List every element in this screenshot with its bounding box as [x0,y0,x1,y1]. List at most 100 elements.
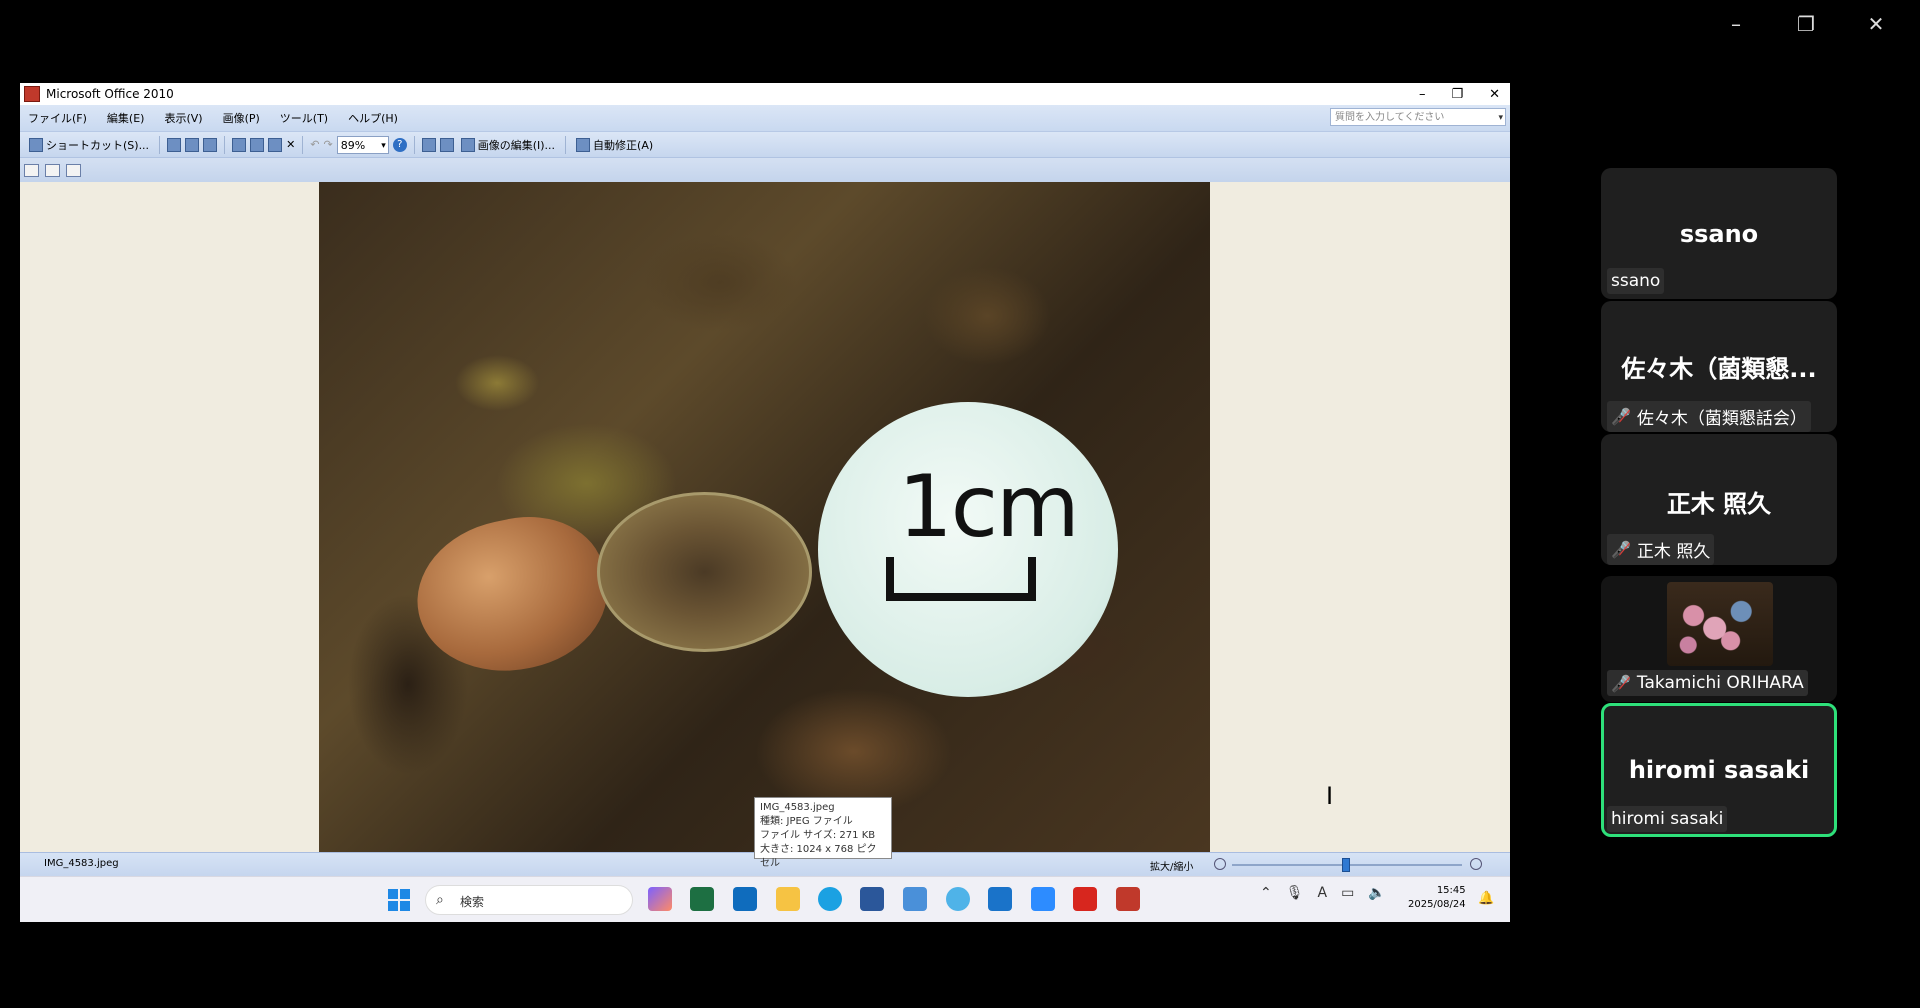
chevron-up-icon[interactable]: ⌃ [1260,885,1272,901]
auto-correct-icon [576,137,591,152]
office-restore-button[interactable]: ❐ [1451,87,1463,102]
participant-display-name: 正木 照久 [1666,490,1772,518]
outlook-icon[interactable] [733,887,757,911]
save-icon[interactable] [167,137,182,152]
close-button[interactable]: ✕ [1856,8,1896,40]
menu-picture[interactable]: 画像(P) [223,110,260,126]
zoom-label: 拡大/縮小 [1150,862,1194,873]
office-minimize-button[interactable]: – [1419,87,1426,102]
thumbnail-view-icon[interactable] [24,163,39,177]
office-titlebar: Microsoft Office 2010 – ❐ ✕ [20,83,1510,105]
participant-display-name: hiromi sasaki [1628,756,1810,784]
meeting-window-controls: – ❐ ✕ [1716,8,1896,40]
single-view-icon[interactable] [66,163,81,177]
shortcut-label: ショートカット(S)... [46,138,150,152]
view-toolbar [20,158,1510,183]
muted-mic-icon: 🎤̸ [1611,673,1631,693]
participant-display-name: ssano [1679,220,1759,248]
file-explorer-icon[interactable] [776,887,800,911]
help-icon[interactable]: ? [392,137,407,152]
menu-help[interactable]: ヘルプ(H) [348,110,398,126]
paste-icon[interactable] [268,137,283,152]
muted-mic-icon: 🎤̸ [1611,540,1631,559]
rotate-left-icon[interactable] [421,137,436,152]
toolbar-separator [159,135,161,154]
minimize-button[interactable]: – [1716,8,1756,40]
participant-tile[interactable]: 🎤̸ Takamichi ORIHARA [1601,576,1837,702]
participant-tile[interactable]: ssano ssano [1601,168,1837,299]
image-canvas: 1cm I [20,182,1510,852]
print-preview-icon[interactable] [203,137,218,152]
participant-tile[interactable]: 正木 照久 🎤̸ 正木 照久 [1601,434,1837,565]
zoom-slider[interactable] [1232,858,1462,872]
zoom-select[interactable]: 89% ▾ [336,135,389,154]
shortcut-button[interactable]: ショートカット(S)... [26,135,152,155]
chevron-down-icon[interactable]: ▾ [1498,109,1503,127]
zoom-app-icon[interactable] [1031,887,1055,911]
tooltip-line: 種類: JPEG ファイル [760,816,853,827]
auto-correct-button[interactable]: 自動修正(A) [573,135,656,155]
office-app-icon [24,86,40,102]
globe-icon[interactable] [946,887,970,911]
word-icon[interactable] [860,887,884,911]
scale-disc: 1cm [818,402,1118,697]
filmstrip-view-icon[interactable] [45,163,60,177]
windows-start-icon[interactable] [388,889,410,911]
microphone-icon[interactable]: 🎙 [1286,885,1304,901]
tooltip-line: IMG_4583.jpeg [760,802,835,813]
notification-bell-icon[interactable]: 🔔 [1478,891,1494,906]
edge-icon[interactable] [818,887,842,911]
zoom-in-icon[interactable] [1470,858,1482,870]
rotate-right-icon[interactable] [439,137,454,152]
menu-edit[interactable]: 編集(E) [107,110,145,126]
muted-mic-icon: 🎤̸ [1611,407,1631,426]
participant-video [1667,582,1773,666]
scale-label: 1cm [898,457,1080,557]
help-placeholder: 質問を入力してください [1335,112,1445,123]
picture-manager-icon[interactable] [1116,887,1140,911]
toolbar-separator [413,135,415,154]
restore-button[interactable]: ❐ [1786,8,1826,40]
undo-icon[interactable]: ↶ [310,138,319,151]
notepad-icon[interactable] [903,887,927,911]
menu-file[interactable]: ファイル(F) [28,110,87,126]
app-icon[interactable] [988,887,1012,911]
delete-icon[interactable]: ✕ [286,138,295,151]
mushroom-photo: 1cm [319,182,1210,852]
help-search-input[interactable]: 質問を入力してください ▾ [1330,108,1506,126]
auto-correct-label: 自動修正(A) [593,138,654,152]
edit-image-button[interactable]: 画像の編集(I)... [458,135,558,155]
volume-icon[interactable]: 🔈 [1368,885,1385,901]
participant-name: ssano [1611,271,1661,291]
office-close-button[interactable]: ✕ [1489,87,1500,102]
toolbar-separator [302,135,304,154]
cut-icon[interactable] [232,137,247,152]
status-filename: IMG_4583.jpeg [44,858,119,869]
zoom-out-icon[interactable] [1214,858,1226,870]
participant-label: 🎤̸ 佐々木（菌類懇話会） [1607,401,1811,432]
toolbar-separator [565,135,567,154]
copilot-icon[interactable] [648,887,672,911]
search-label: 検索 [460,895,485,909]
copy-icon[interactable] [250,137,265,152]
redo-icon[interactable]: ↷ [324,138,333,151]
display-icon[interactable]: ▭ [1341,885,1354,901]
taskbar-search-input[interactable]: ⌕ 検索 [425,885,633,915]
zoom-value: 89% [340,138,366,152]
participant-tile[interactable]: 佐々木（菌類懇... 🎤̸ 佐々木（菌類懇話会） [1601,301,1837,432]
text-cursor-icon: I [1326,782,1334,810]
acrobat-icon[interactable] [1073,887,1097,911]
excel-icon[interactable] [690,887,714,911]
clock-date: 2025/08/24 [1408,899,1466,910]
taskbar-clock[interactable]: 15:45 2025/08/24 [1408,884,1466,912]
ime-icon[interactable]: A [1318,885,1328,901]
menu-view[interactable]: 表示(V) [164,110,202,126]
search-icon: ⌕ [436,892,444,908]
zoom-slider-thumb[interactable] [1342,858,1351,872]
participant-label: 🎤̸ 正木 照久 [1607,534,1715,565]
participant-tile-active-speaker[interactable]: hiromi sasaki hiromi sasaki [1601,703,1837,837]
menu-tools[interactable]: ツール(T) [280,110,328,126]
print-icon[interactable] [185,137,200,152]
participant-name: 正木 照久 [1636,542,1711,562]
participant-name: Takamichi ORIHARA [1636,673,1804,693]
